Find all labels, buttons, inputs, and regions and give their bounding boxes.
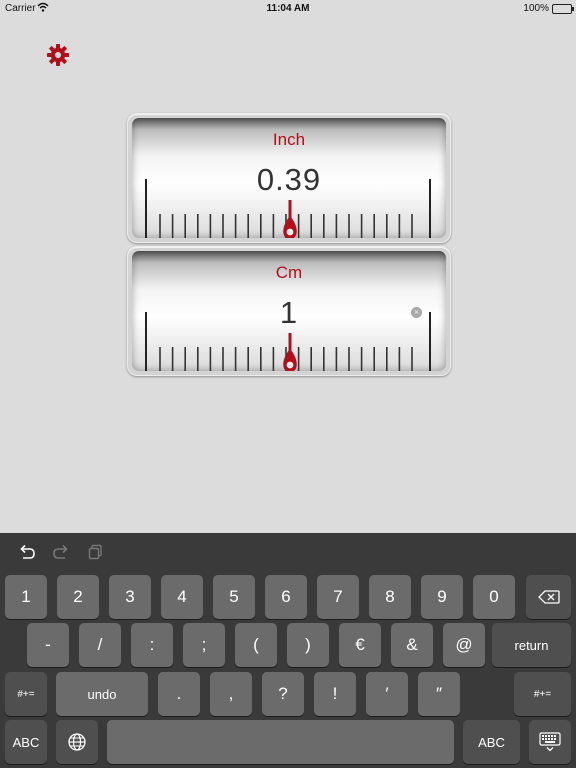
key-slash[interactable]: / xyxy=(79,623,121,667)
key-question[interactable]: ? xyxy=(262,672,304,716)
key-6[interactable]: 6 xyxy=(265,575,307,619)
dismiss-keyboard-key[interactable] xyxy=(529,720,571,764)
abc-left-key[interactable]: ABC xyxy=(5,720,47,764)
key-close-paren[interactable]: ) xyxy=(287,623,329,667)
key-euro[interactable]: € xyxy=(339,623,381,667)
key-2[interactable]: 2 xyxy=(57,575,99,619)
keyboard-toolbar xyxy=(0,533,576,571)
abc-right-key[interactable]: ABC xyxy=(463,720,520,764)
battery-icon xyxy=(552,4,574,14)
more-symbols-right-key[interactable]: #+= xyxy=(514,672,571,716)
paste-icon[interactable] xyxy=(87,544,105,560)
more-symbols-left-key[interactable]: #+= xyxy=(5,672,47,716)
key-5[interactable]: 5 xyxy=(213,575,255,619)
key-at[interactable]: @ xyxy=(443,623,485,667)
status-time: 11:04 AM xyxy=(266,3,310,14)
return-key[interactable]: return xyxy=(492,623,571,667)
key-double-prime[interactable]: ″ xyxy=(418,672,460,716)
key-4[interactable]: 4 xyxy=(161,575,203,619)
key-exclamation[interactable]: ! xyxy=(314,672,356,716)
gear-icon[interactable] xyxy=(46,43,70,67)
key-colon[interactable]: : xyxy=(131,623,173,667)
undo-icon[interactable] xyxy=(18,544,36,560)
key-comma[interactable]: , xyxy=(210,672,252,716)
key-7[interactable]: 7 xyxy=(317,575,359,619)
key-minus[interactable]: - xyxy=(27,623,69,667)
cm-ruler-card[interactable]: Cm × xyxy=(127,246,451,376)
undo-key[interactable]: undo xyxy=(56,672,148,716)
key-0[interactable]: 0 xyxy=(473,575,515,619)
key-prime[interactable]: ′ xyxy=(366,672,408,716)
key-8[interactable]: 8 xyxy=(369,575,411,619)
key-ampersand[interactable]: & xyxy=(391,623,433,667)
key-period[interactable]: . xyxy=(158,672,200,716)
numeric-keyboard: ABC ABC 1 2 3 4 5 6 7 8 9 0- /:;() € & @ return #+= undo… xyxy=(0,533,576,768)
battery-percentage: 100% xyxy=(523,3,549,14)
backspace-key[interactable] xyxy=(526,575,571,619)
ruler-scale[interactable] xyxy=(132,251,446,371)
key-1[interactable]: 1 xyxy=(5,575,47,619)
ruler-face: Inch xyxy=(132,118,446,238)
globe-icon xyxy=(68,733,86,751)
backspace-icon xyxy=(537,590,560,604)
status-bar: Carrier 11:04 AM 100% xyxy=(0,0,576,18)
key-9[interactable]: 9 xyxy=(421,575,463,619)
keyboard-dismiss-icon xyxy=(539,732,561,752)
inch-ruler-card[interactable]: Inch xyxy=(127,113,451,243)
space-key[interactable] xyxy=(107,720,454,764)
key-3[interactable]: 3 xyxy=(109,575,151,619)
key-semicolon[interactable]: ; xyxy=(183,623,225,667)
ruler-face: Cm × xyxy=(132,251,446,371)
ruler-scale[interactable] xyxy=(132,118,446,238)
key-open-paren[interactable]: ( xyxy=(235,623,277,667)
globe-key[interactable] xyxy=(56,720,98,764)
redo-icon[interactable] xyxy=(52,544,70,560)
